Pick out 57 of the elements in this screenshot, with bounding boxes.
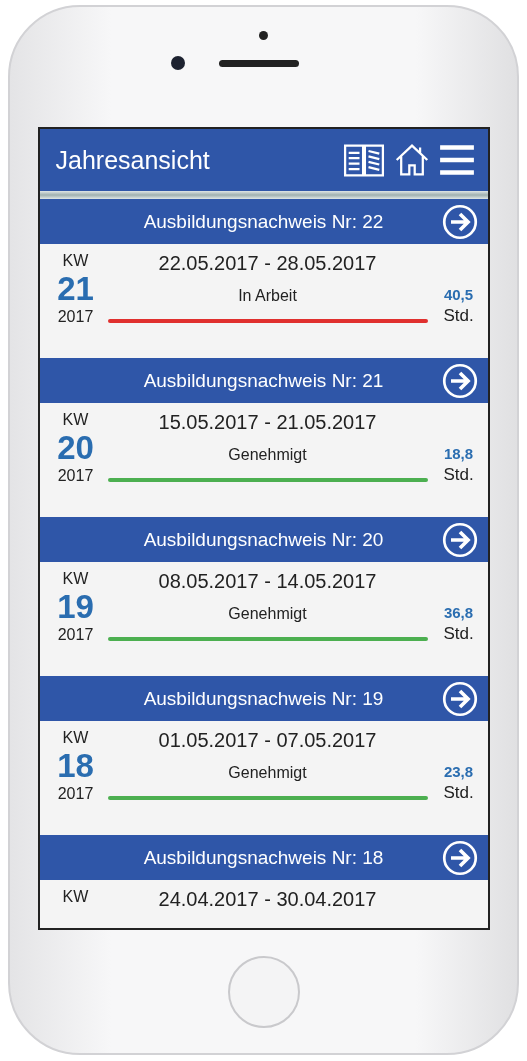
- report-card[interactable]: KW 18 2017 01.05.2017 - 07.05.2017 Genehmigt 23,8 Std.: [39, 721, 488, 835]
- menu-icon[interactable]: [437, 144, 476, 176]
- year-text: 2017: [57, 467, 94, 485]
- week-number: 20: [57, 429, 94, 467]
- home-icon[interactable]: [393, 142, 430, 178]
- hours-unit: Std.: [443, 783, 474, 803]
- hours-value: 40,5: [443, 286, 474, 303]
- year-text: 2017: [57, 626, 94, 644]
- report-header[interactable]: Ausbildungsnachweis Nr: 19: [39, 676, 488, 721]
- report-title: Ausbildungsnachweis Nr: 20: [143, 528, 384, 551]
- hours-unit: Std.: [443, 624, 474, 644]
- report-card[interactable]: KW 24.04.2017 - 30.04.2017: [39, 880, 488, 928]
- week-label: KW: [62, 252, 89, 270]
- status-text: Genehmigt: [228, 446, 307, 464]
- hours-value: 36,8: [443, 604, 474, 621]
- date-range: 24.04.2017 - 30.04.2017: [158, 888, 377, 911]
- status-text: Genehmigt: [228, 605, 307, 623]
- hours-value: 18,8: [443, 445, 474, 462]
- report-title: Ausbildungsnachweis Nr: 18: [143, 846, 384, 869]
- report-card[interactable]: KW 21 2017 22.05.2017 - 28.05.2017 In Arbeit 40,5 Std.: [39, 244, 488, 358]
- year-text: 2017: [57, 785, 94, 803]
- arrow-right-icon[interactable]: [441, 363, 478, 399]
- week-number: 21: [57, 270, 94, 308]
- week-label: KW: [62, 729, 89, 747]
- report-header[interactable]: Ausbildungsnachweis Nr: 18: [39, 835, 488, 880]
- report-title: Ausbildungsnachweis Nr: 22: [143, 210, 384, 233]
- report-card[interactable]: KW 19 2017 08.05.2017 - 14.05.2017 Genehmigt 36,8 Std.: [39, 562, 488, 676]
- report-header[interactable]: Ausbildungsnachweis Nr: 21: [39, 358, 488, 403]
- arrow-right-icon[interactable]: [441, 681, 478, 717]
- date-range: 08.05.2017 - 14.05.2017: [158, 570, 377, 593]
- report-title: Ausbildungsnachweis Nr: 21: [143, 369, 384, 392]
- arrow-right-icon[interactable]: [441, 204, 478, 240]
- status-text: In Arbeit: [238, 287, 297, 305]
- week-number: 18: [57, 747, 94, 785]
- camera-icon: [170, 56, 185, 70]
- status-text: Genehmigt: [228, 764, 307, 782]
- date-range: 22.05.2017 - 28.05.2017: [158, 252, 377, 275]
- book-icon[interactable]: [341, 142, 386, 178]
- report-header[interactable]: Ausbildungsnachweis Nr: 22: [39, 199, 488, 244]
- report-header[interactable]: Ausbildungsnachweis Nr: 20: [39, 517, 488, 562]
- week-label: KW: [62, 411, 89, 429]
- date-range: 15.05.2017 - 21.05.2017: [158, 411, 377, 434]
- arrow-right-icon[interactable]: [441, 840, 478, 876]
- speaker-icon: [218, 59, 299, 67]
- year-text: 2017: [57, 308, 94, 326]
- week-label: KW: [62, 570, 89, 588]
- arrow-right-icon[interactable]: [441, 522, 478, 558]
- screen-title: Jahresansicht: [55, 145, 210, 175]
- week-number: 19: [57, 588, 94, 626]
- week-label: KW: [62, 888, 89, 906]
- hours-unit: Std.: [443, 465, 474, 485]
- report-title: Ausbildungsnachweis Nr: 19: [143, 687, 384, 710]
- hours-value: 23,8: [443, 763, 474, 780]
- sensor-icon: [259, 31, 268, 40]
- date-range: 01.05.2017 - 07.05.2017: [158, 729, 377, 752]
- report-card[interactable]: KW 20 2017 15.05.2017 - 21.05.2017 Genehmigt 18,8 Std.: [39, 403, 488, 517]
- hours-unit: Std.: [443, 306, 474, 326]
